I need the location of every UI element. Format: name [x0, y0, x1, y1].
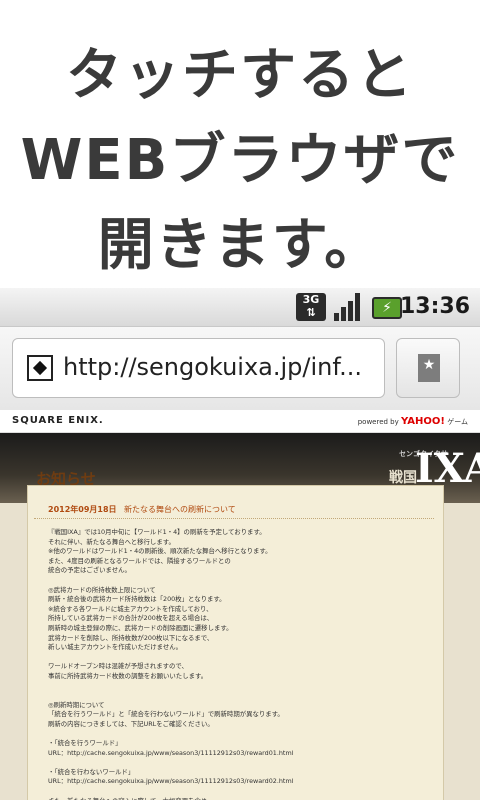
notice-body-line: また、4度目の刷新となるワールドでは、隣接するワールドとの — [48, 556, 231, 565]
bookmark-button[interactable] — [396, 338, 460, 398]
notice-body-line: また、新たなる舞台への突入に際して、大幅変更を含め、 — [48, 797, 433, 800]
webpage-content[interactable]: SQUARE ENIX. powered by YAHOO! ゲーム センゴクイ… — [0, 410, 480, 800]
notice-body-line: ・「統合を行わないワールド」 — [48, 767, 135, 776]
notice-body-line: 『戦国IXA』では10月中旬に【ワールド1・4】の刷新を予定しております。 — [48, 528, 266, 536]
url-text[interactable]: http://sengokuixa.jp/inf... — [63, 353, 381, 381]
notice-body-line[interactable]: URL：http://cache.sengokuixa.jp/www/seaso… — [48, 777, 433, 787]
notice-body-line — [48, 576, 433, 586]
headline-line-3: 開きます。 — [97, 213, 383, 278]
notice-subject: 新たなる舞台への刷新について — [124, 505, 236, 514]
status-bar: 3G ⇅ ⚡ 13:36 — [0, 288, 480, 327]
url-bar[interactable]: http://sengokuixa.jp/inf... — [12, 338, 385, 398]
network-label: 3G — [302, 293, 320, 306]
notice-body-line: 事前に所持武将カード枚数の調整をお願いいたします。 — [48, 671, 208, 680]
notice-body-line: ワールドオープン時は混雑が予想されますので、 — [48, 662, 188, 671]
notice-body-line: ◎刷新時期について — [48, 700, 105, 709]
notice-body-line: 統合の予定はございません。 — [48, 566, 131, 575]
notice-body-line: 武将カードを削除し、所持枚数が200枚以下になるまで、 — [48, 633, 214, 642]
clock: 13:36 — [399, 294, 470, 319]
headline-line-1: タッチすると — [66, 43, 414, 108]
notice-body-line: 新しい城主アカウントを作成いただけません。 — [48, 643, 183, 652]
network-3g-icon: 3G ⇅ — [296, 293, 326, 321]
signal-icon — [334, 293, 364, 321]
notice-body-line: ・「統合を行うワールド」 — [48, 739, 122, 748]
notice-body-line — [48, 682, 433, 692]
browser-toolbar: http://sengokuixa.jp/inf... — [0, 327, 480, 410]
notice-body-line — [48, 729, 433, 739]
notice-body-line — [48, 691, 433, 701]
notice-date: 2012年09月18日 — [48, 505, 117, 514]
bookmark-star-icon — [418, 354, 440, 382]
site-favicon-icon — [27, 355, 53, 381]
notice-body-line: ◎武将カードの所持枚数上限について — [48, 585, 156, 594]
notice-body-line: それに伴い、新たなる舞台へと移行します。 — [48, 537, 175, 546]
notice-body-line: 「統合を行うワールド」と「統合を行わないワールド」で刷新時期が異なります。 — [48, 710, 284, 719]
yahoo-games-logo[interactable]: powered by YAHOO! ゲーム — [358, 416, 468, 427]
notice-body-line — [48, 758, 433, 768]
headline-banner[interactable]: タッチすると WEBブラウザで 開きます。 — [0, 0, 480, 288]
headline-line-2: WEBブラウザで — [20, 128, 460, 193]
battery-charging-icon: ⚡ — [372, 297, 402, 319]
square-enix-logo[interactable]: SQUARE ENIX. — [12, 415, 104, 426]
notice-header-row: 2012年09月18日 新たなる舞台への刷新について — [34, 502, 434, 519]
logo-text-1: 戦国 — [389, 470, 417, 486]
notice-body: 『戦国IXA』では10月中旬に【ワールド1・4】の刷新を予定しております。 それに… — [48, 528, 433, 800]
yahoo-label: YAHOO! — [401, 416, 445, 427]
notice-body-line: ※他のワールドはワールド1・4の刷新後、順次新たな舞台へ移行となります。 — [48, 547, 272, 556]
notice-body-line: 刷新時の城主登録の際に、武将カードの削除画面に遷移します。 — [48, 623, 233, 632]
yahoo-suffix: ゲーム — [447, 418, 468, 426]
powered-by-label: powered by — [357, 418, 399, 426]
notice-body-line: ※統合する各ワールドに城主アカウントを作成しており、 — [48, 604, 213, 613]
notice-body-line: 刷新の内容につきましては、下記URLをご確認ください。 — [48, 719, 214, 728]
notice-body-line: 刷新・統合後の武将カード所持枚数は「200枚」となります。 — [48, 595, 226, 604]
notice-body-line[interactable]: URL：http://cache.sengokuixa.jp/www/seaso… — [48, 749, 433, 759]
webpage-topbar: SQUARE ENIX. powered by YAHOO! ゲーム — [0, 410, 480, 433]
notice-body-line — [48, 653, 433, 663]
notice-body-line — [48, 787, 433, 797]
notice-body-line: 所持している武将カードの合計が200枚を超える場合は、 — [48, 614, 214, 623]
